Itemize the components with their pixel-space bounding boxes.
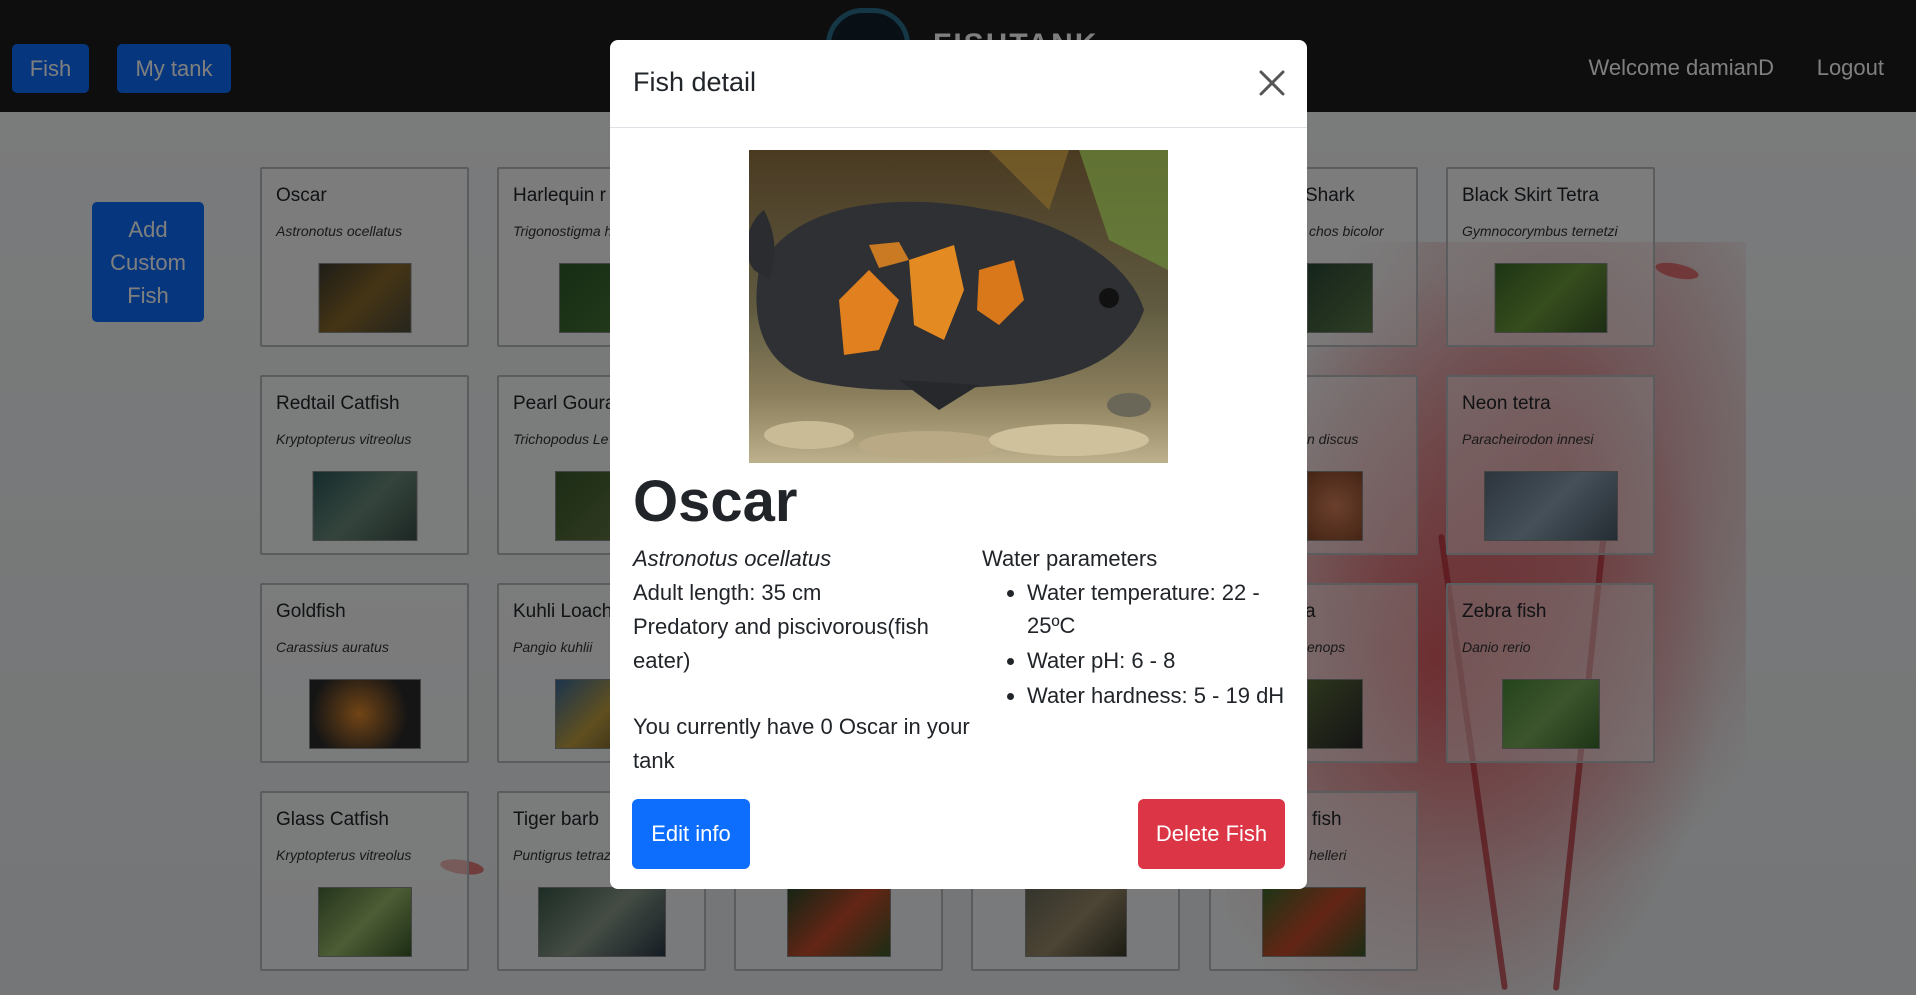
diet-text: Predatory and piscivorous(fish eater)	[633, 614, 929, 673]
water-parameters-heading: Water parameters	[982, 546, 1158, 571]
delete-fish-button[interactable]: Delete Fish	[1138, 799, 1285, 869]
modal-header: Fish detail	[610, 40, 1307, 128]
fish-name-heading: Oscar	[633, 469, 798, 534]
fish-info-column: Astronotus ocellatus Adult length: 35 cm…	[633, 542, 983, 778]
water-temperature-item: Water temperature: 22 - 25ºC	[1027, 576, 1292, 642]
scientific-name: Astronotus ocellatus	[633, 546, 832, 571]
water-parameters-column: Water parameters Water temperature: 22 -…	[982, 542, 1292, 714]
water-parameters-list: Water temperature: 22 - 25ºC Water pH: 6…	[1027, 576, 1292, 712]
tank-count-text: You currently have 0 Oscar in your tank	[633, 714, 970, 773]
modal-title: Fish detail	[633, 67, 757, 97]
water-hardness-item: Water hardness: 5 - 19 dH	[1027, 679, 1292, 712]
close-icon[interactable]	[1255, 66, 1289, 100]
fish-detail-modal: Fish detail Oscar Astronotus ocellatus A…	[610, 40, 1307, 889]
water-ph-item: Water pH: 6 - 8	[1027, 644, 1292, 677]
edit-info-button[interactable]: Edit info	[632, 799, 750, 869]
adult-length: Adult length: 35 cm	[633, 580, 822, 605]
fish-photo	[749, 150, 1168, 463]
